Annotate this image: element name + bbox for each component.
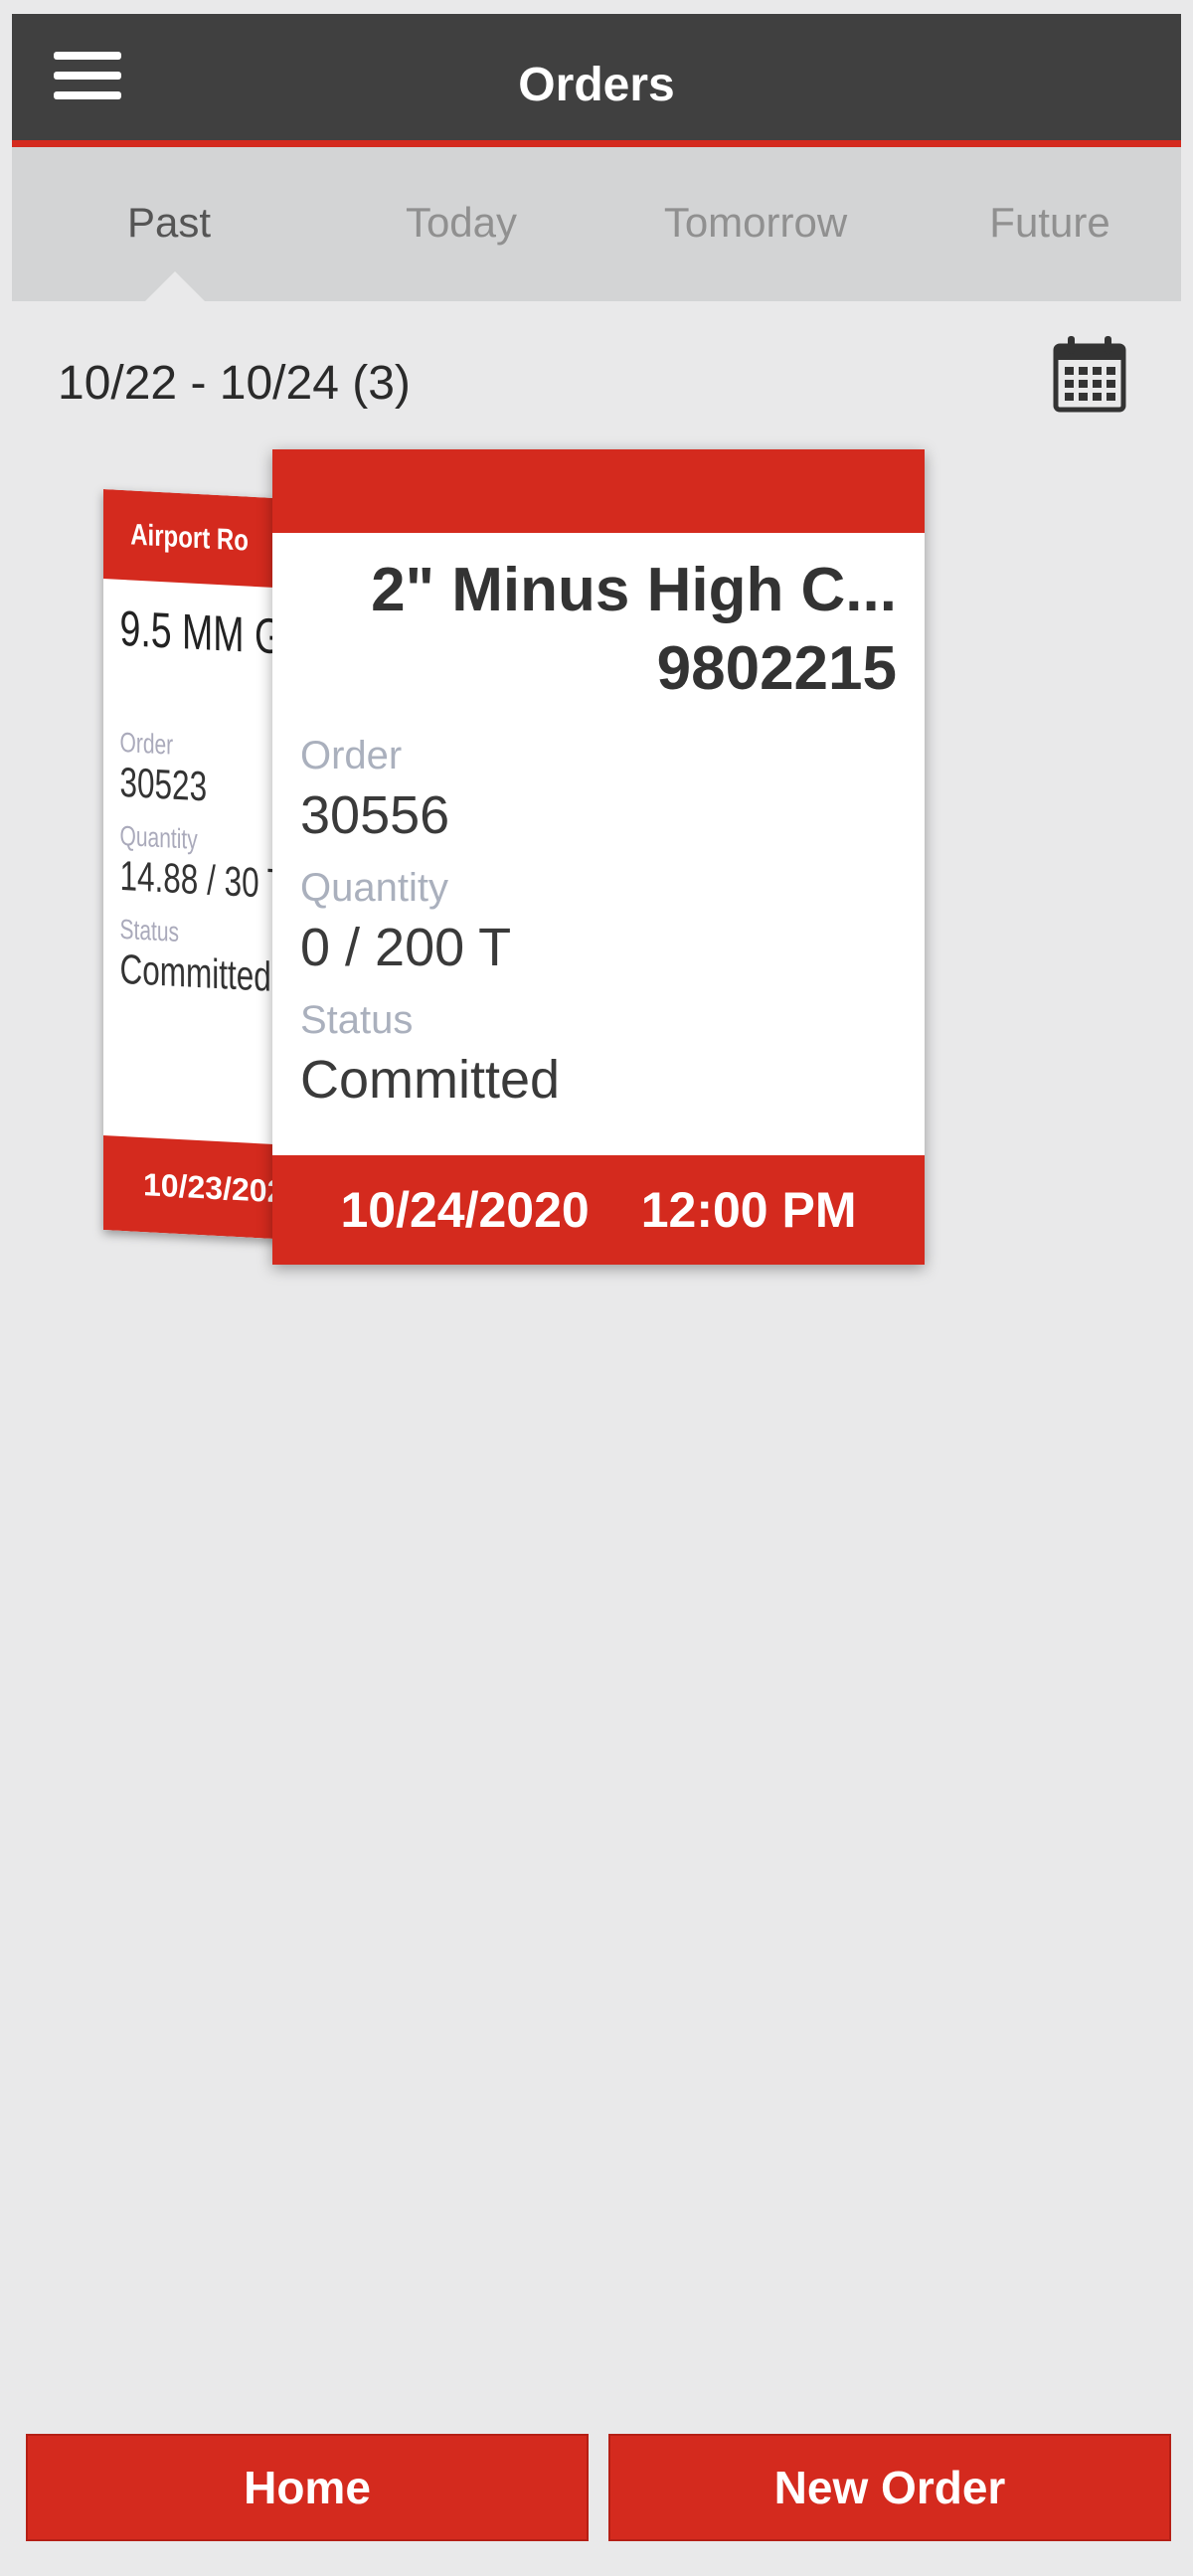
order-card-code: 9802215	[656, 634, 897, 703]
order-card-product: 2" Minus High C...	[371, 556, 897, 624]
order-date: 10/24/2020	[340, 1182, 590, 1238]
date-tabs: Past Today Tomorrow Future	[12, 147, 1181, 301]
tab-tomorrow[interactable]: Tomorrow	[626, 199, 885, 247]
order-time: 12:00 PM	[640, 1182, 857, 1238]
order-card-location: Airport Ro	[103, 489, 294, 590]
active-tab-indicator	[145, 271, 205, 301]
status-value: Committed	[119, 945, 271, 1000]
order-card-product: 9.5 MM G	[119, 600, 284, 665]
quantity-label: Quantity	[300, 866, 448, 910]
order-card-header	[272, 449, 925, 533]
app-header: Orders	[12, 14, 1181, 147]
order-label: Order	[300, 734, 403, 777]
order-number: 30523	[119, 758, 208, 810]
tab-past[interactable]: Past	[40, 199, 298, 247]
page-title: Orders	[518, 59, 675, 111]
tab-today[interactable]: Today	[332, 199, 591, 247]
order-number: 30556	[300, 785, 450, 845]
new-order-button[interactable]: New Order	[608, 2434, 1171, 2541]
quantity-value: 0 / 200 T	[300, 918, 512, 977]
order-card-footer: 10/24/2020 12:00 PM	[272, 1155, 925, 1265]
tab-future[interactable]: Future	[921, 199, 1179, 247]
status-value: Committed	[300, 1050, 561, 1110]
status-label: Status	[300, 998, 414, 1042]
date-range-label: 10/22 - 10/24 (3)	[58, 357, 411, 410]
order-card[interactable]: 2" Minus High C... 9802215 Order 30556 Q…	[272, 449, 925, 1265]
quantity-value: 14.88 / 30 T	[119, 851, 287, 908]
home-button[interactable]: Home	[26, 2434, 589, 2541]
calendar-icon[interactable]	[1052, 334, 1127, 419]
